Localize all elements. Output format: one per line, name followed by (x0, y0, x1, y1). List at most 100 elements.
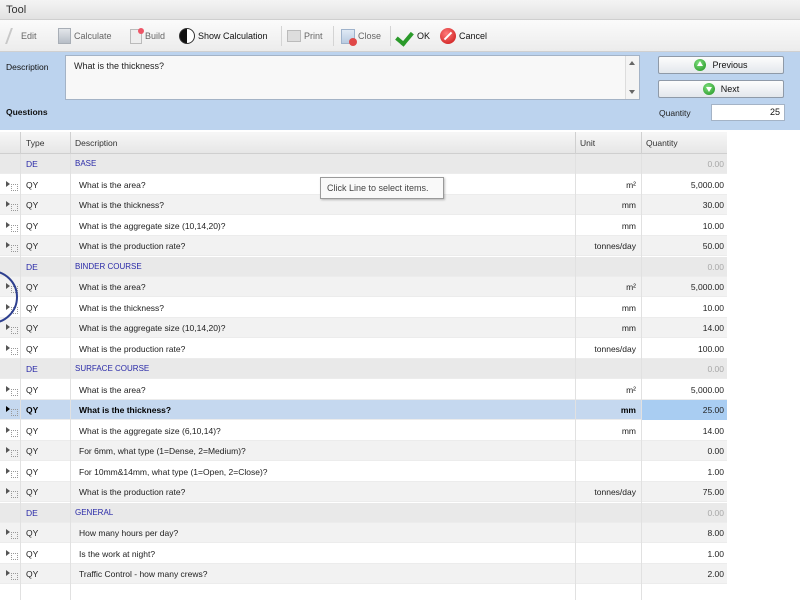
cell-description: What is the aggregate size (6,10,14)? (79, 425, 221, 436)
print-button[interactable]: Print (287, 24, 323, 48)
table-row[interactable]: QY What is the thickness? mm 10.00 (0, 298, 727, 318)
cell-description: For 10mm&14mm, what type (1=Open, 2=Clos… (79, 466, 268, 477)
tooltip: Click Line to select items. (320, 177, 444, 199)
cell-description: What is the thickness? (79, 200, 165, 210)
table-row[interactable]: QY What is the aggregate size (10,14,20)?… (0, 216, 727, 236)
table-row[interactable]: QY What is the area? m² 5,000.00 (0, 277, 727, 297)
row-indicator-icon (6, 241, 18, 252)
checkmark-icon (396, 28, 414, 44)
table-row[interactable]: QY What is the aggregate size (10,14,20)?… (0, 318, 727, 338)
section-row[interactable]: DE BASE 0.00 (0, 154, 727, 174)
cell-description: What is the aggregate size (10,14,20)? (79, 220, 226, 231)
cell-quantity[interactable]: 14.00 (703, 323, 724, 333)
table-row[interactable]: QY How many hours per day? 8.00 (0, 523, 727, 543)
cell-type: QY (26, 466, 39, 477)
cell-description: What is the production rate? (79, 343, 186, 354)
cancel-label: Cancel (459, 31, 488, 41)
calculate-button[interactable]: Calculate (58, 24, 112, 48)
calculator-icon (58, 28, 71, 44)
edit-button[interactable]: Edit (5, 24, 37, 48)
quantity-input[interactable]: 25 (711, 104, 785, 121)
cell-quantity[interactable]: 0.00 (707, 364, 724, 374)
cell-type: QY (26, 241, 39, 251)
cell-quantity[interactable]: 1.00 (707, 467, 724, 477)
previous-button[interactable]: Previous (658, 56, 784, 74)
build-label: Build (145, 31, 166, 41)
cell-description: For 6mm, what type (1=Dense, 2=Medium)? (79, 446, 246, 456)
table-row[interactable]: QY What is the aggregate size (6,10,14)? m… (0, 421, 727, 441)
title-bar: Tool (0, 0, 800, 20)
cell-quantity[interactable]: 2.00 (707, 569, 724, 579)
table-row[interactable]: QY What is the production rate? tonnes/day… (0, 339, 727, 359)
show-calculation-button[interactable]: Show Calculation (179, 24, 268, 48)
table-row[interactable]: QY Traffic Control - how many crews? 2.00 (0, 564, 727, 584)
description-scrollbar[interactable] (625, 56, 639, 99)
close-document-icon (341, 28, 357, 46)
cell-quantity[interactable]: 50.00 (703, 241, 724, 251)
cell-quantity[interactable]: 1.00 (707, 549, 724, 559)
cell-description: What is the production rate? (79, 241, 186, 251)
cell-description: GENERAL (75, 507, 114, 517)
row-indicator-icon (6, 467, 18, 478)
next-button[interactable]: Next (658, 80, 784, 98)
cell-quantity[interactable]: 0.00 (707, 262, 724, 272)
cell-quantity[interactable]: 14.00 (703, 426, 724, 436)
cell-quantity[interactable]: 30.00 (703, 200, 724, 210)
column-header-quantity[interactable]: Quantity (646, 138, 678, 148)
cell-quantity[interactable]: 0.00 (707, 508, 724, 518)
cell-quantity[interactable]: 0.00 (707, 446, 724, 456)
cell-unit: m² (626, 282, 636, 292)
row-indicator-icon (6, 405, 18, 416)
row-indicator-icon (6, 385, 18, 396)
table-row[interactable]: QY What is the production rate? tonnes/day… (0, 236, 727, 256)
close-label: Close (358, 31, 382, 41)
scroll-down-icon[interactable] (629, 90, 635, 94)
cancel-button[interactable]: Cancel (440, 24, 487, 48)
cell-quantity[interactable]: 10.00 (703, 303, 724, 313)
scroll-up-icon[interactable] (629, 61, 635, 65)
cell-quantity[interactable]: 75.00 (703, 487, 724, 497)
selected-table-row[interactable]: QY What is the thickness? mm 25.00 (0, 400, 727, 420)
build-button[interactable]: Build (130, 24, 165, 48)
ok-button[interactable]: OK (396, 24, 430, 48)
cell-quantity[interactable]: 5,000.00 (691, 180, 724, 190)
cell-unit: m² (626, 384, 636, 395)
cell-quantity[interactable]: 100.00 (698, 344, 724, 354)
cell-unit: tonnes/day (594, 487, 636, 497)
table-row[interactable]: QY What is the area? m² 5,000.00 (0, 380, 727, 400)
cell-type: QY (26, 548, 39, 559)
calculate-label: Calculate (74, 31, 112, 41)
cell-unit: mm (621, 425, 636, 436)
column-separator (20, 154, 21, 600)
cell-quantity[interactable]: 0.00 (707, 159, 724, 169)
section-row[interactable]: DE SURFACE COURSE 0.00 (0, 359, 727, 379)
cancel-icon (440, 28, 456, 44)
close-button[interactable]: Close (341, 24, 381, 48)
pencil-icon (5, 28, 21, 44)
section-row[interactable]: DE GENERAL 0.00 (0, 502, 727, 523)
cell-unit: mm (621, 323, 636, 333)
cell-quantity[interactable]: 25.00 (703, 405, 724, 415)
ok-label: OK (417, 31, 431, 41)
row-indicator-icon (6, 323, 18, 334)
cell-type: QY (26, 405, 39, 415)
table-row[interactable]: QY For 6mm, what type (1=Dense, 2=Medium)… (0, 441, 727, 461)
column-header-unit[interactable]: Unit (580, 138, 595, 148)
section-row[interactable]: DE BINDER COURSE 0.00 (0, 256, 727, 277)
cell-quantity[interactable]: 8.00 (707, 528, 724, 538)
table-row[interactable]: QY What is the production rate? tonnes/day… (0, 482, 727, 502)
cell-unit: m² (626, 179, 636, 190)
cell-quantity[interactable]: 10.00 (703, 221, 724, 231)
table-row[interactable]: QY Is the work at night? 1.00 (0, 544, 727, 564)
table-row[interactable]: QY For 10mm&14mm, what type (1=Open, 2=Cl… (0, 462, 727, 482)
cell-quantity[interactable]: 5,000.00 (691, 385, 724, 395)
description-value: What is the thickness? (74, 61, 165, 71)
header-separator (641, 132, 642, 154)
column-header-type[interactable]: Type (26, 138, 44, 148)
contrast-icon (179, 28, 195, 44)
cell-description: SURFACE COURSE (75, 364, 150, 373)
description-field[interactable]: What is the thickness? (65, 55, 640, 100)
column-header-description[interactable]: Description (75, 138, 118, 148)
cell-quantity[interactable]: 5,000.00 (691, 282, 724, 292)
cell-description: Is the work at night? (79, 548, 156, 559)
